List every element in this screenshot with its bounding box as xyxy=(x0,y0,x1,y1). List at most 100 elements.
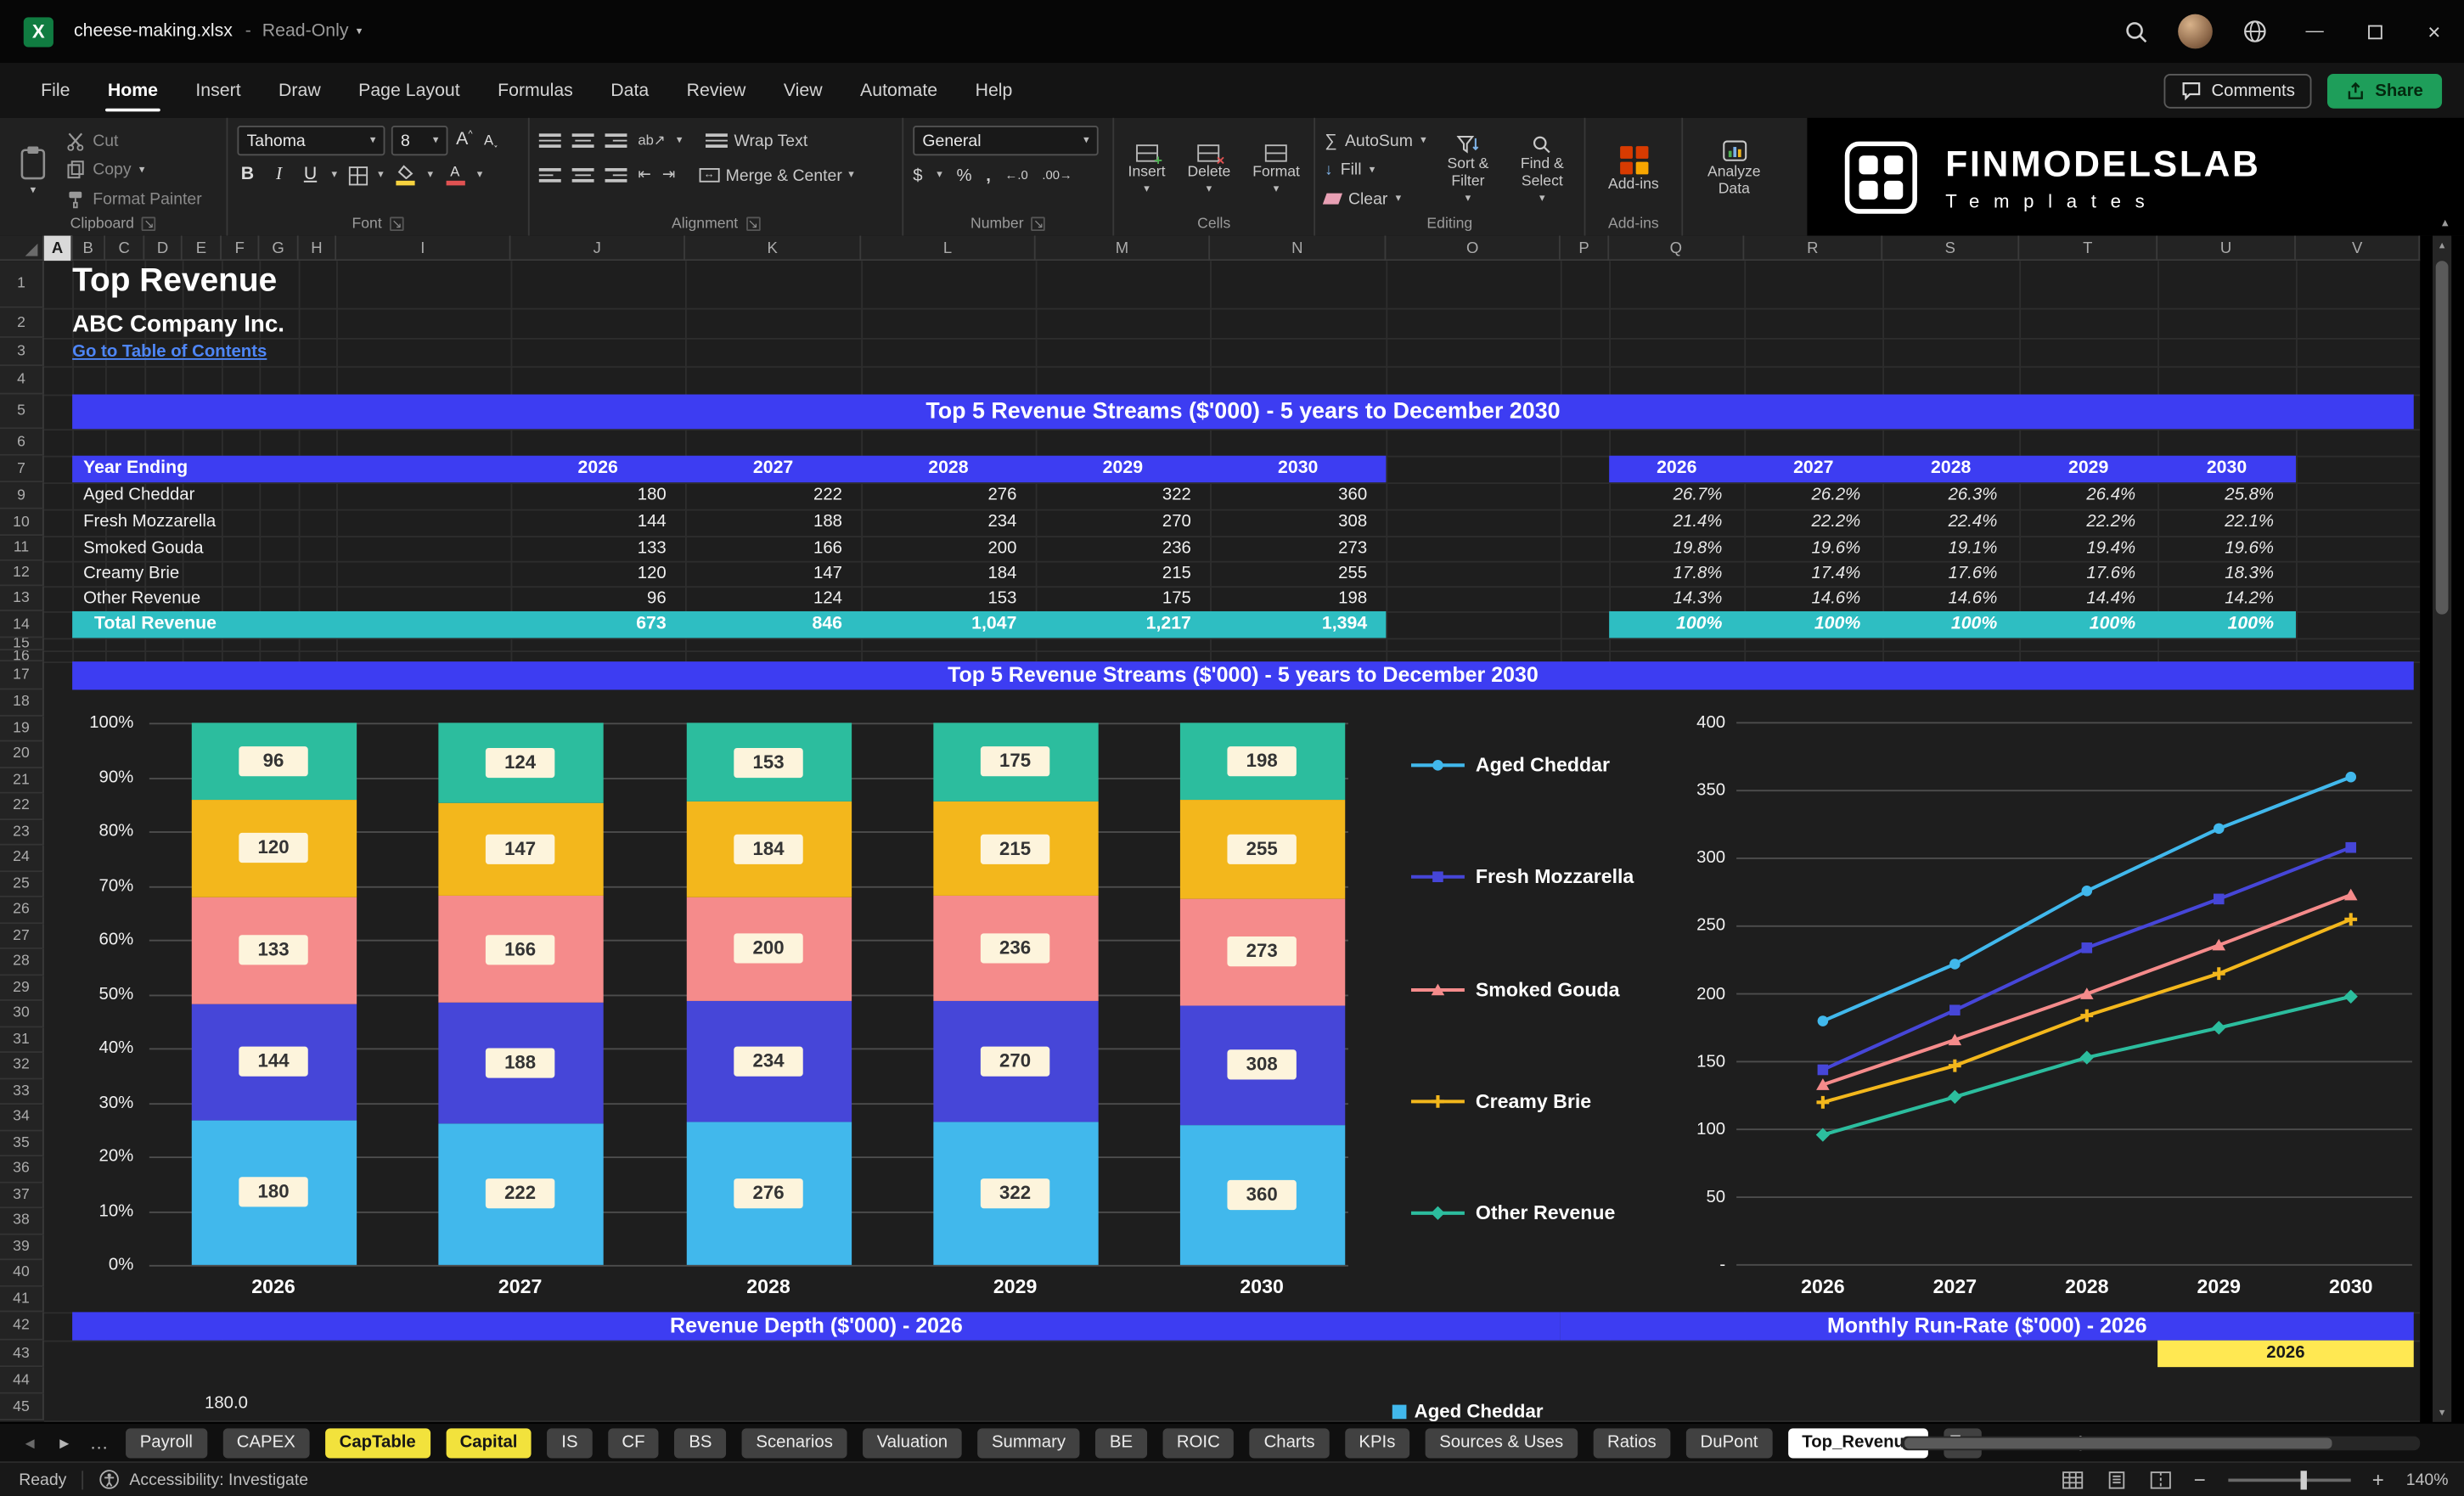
row-header-2[interactable]: 2 xyxy=(0,307,44,338)
comments-button[interactable]: Comments xyxy=(2163,73,2313,108)
share-button[interactable]: Share xyxy=(2327,73,2443,108)
column-header-C[interactable]: C xyxy=(105,235,145,262)
menu-draw[interactable]: Draw xyxy=(260,63,340,118)
row-header-12[interactable]: 12 xyxy=(0,560,44,587)
sheet-tab-sources-uses[interactable]: Sources & Uses xyxy=(1425,1427,1578,1458)
globe-icon[interactable] xyxy=(2225,0,2285,63)
bold-icon[interactable]: B xyxy=(237,166,257,184)
row-header-3[interactable]: 3 xyxy=(0,337,44,367)
paste-button[interactable]: ▾ xyxy=(9,126,57,214)
row-header-45[interactable]: 45 xyxy=(0,1393,44,1421)
row-header-7[interactable]: 7 xyxy=(0,455,44,483)
row-header-43[interactable]: 43 xyxy=(0,1340,44,1368)
sheet-tab-dupont[interactable]: DuPont xyxy=(1685,1427,1773,1458)
row-header-4[interactable]: 4 xyxy=(0,366,44,395)
sheet-tab-ratios[interactable]: Ratios xyxy=(1593,1427,1671,1458)
row-header-44[interactable]: 44 xyxy=(0,1367,44,1394)
wrap-text-button[interactable]: Wrap Text xyxy=(706,132,807,150)
vertical-scrollbar[interactable]: ▴ ▾ xyxy=(2432,235,2452,1422)
cut-button[interactable]: Cut xyxy=(66,127,202,154)
menu-data[interactable]: Data xyxy=(592,63,667,118)
row-header-32[interactable]: 32 xyxy=(0,1053,44,1079)
italic-icon[interactable]: I xyxy=(268,166,289,184)
orientation-icon[interactable]: ab↗ xyxy=(638,132,666,149)
align-center-icon[interactable] xyxy=(571,166,594,184)
row-header-36[interactable]: 36 xyxy=(0,1156,44,1183)
row-header-1[interactable]: 1 xyxy=(0,261,44,308)
sheet-tab-cf[interactable]: CF xyxy=(607,1427,660,1458)
menu-help[interactable]: Help xyxy=(956,63,1031,118)
sheet-tab-charts[interactable]: Charts xyxy=(1249,1427,1330,1458)
column-header-E[interactable]: E xyxy=(183,235,222,262)
menu-automate[interactable]: Automate xyxy=(841,63,957,118)
sheet-tab-summary[interactable]: Summary xyxy=(977,1427,1080,1458)
format-painter-button[interactable]: Format Painter xyxy=(66,185,202,211)
increase-font-size-icon[interactable]: A^ xyxy=(454,131,475,150)
row-header-6[interactable]: 6 xyxy=(0,429,44,456)
sheet-tab-kpis[interactable]: KPIs xyxy=(1344,1427,1410,1458)
underline-icon[interactable]: U xyxy=(300,166,320,184)
comma-style-icon[interactable]: , xyxy=(986,166,991,184)
ribbon-collapse-icon[interactable]: ▴ xyxy=(2442,216,2448,230)
column-header-A[interactable]: A xyxy=(43,235,73,262)
row-header-39[interactable]: 39 xyxy=(0,1234,44,1261)
column-header-L[interactable]: L xyxy=(861,235,1036,262)
menu-file[interactable]: File xyxy=(22,63,89,118)
row-header-13[interactable]: 13 xyxy=(0,586,44,611)
row-header-14[interactable]: 14 xyxy=(0,610,44,638)
row-header-41[interactable]: 41 xyxy=(0,1285,44,1313)
row-header-11[interactable]: 11 xyxy=(0,536,44,561)
minimize-button[interactable]: — xyxy=(2285,0,2344,63)
column-header-G[interactable]: G xyxy=(259,235,299,262)
sheet-tab-bs[interactable]: BS xyxy=(674,1427,727,1458)
borders-icon[interactable] xyxy=(347,166,368,185)
row-header-29[interactable]: 29 xyxy=(0,975,44,1001)
increase-decimal-icon[interactable]: ←.0 xyxy=(1005,168,1028,183)
sheet-tab-scenarios[interactable]: Scenarios xyxy=(741,1427,847,1458)
percent-style-icon[interactable]: % xyxy=(956,166,971,184)
next-sheet-arrow[interactable]: ▸ xyxy=(48,1431,82,1454)
row-header-23[interactable]: 23 xyxy=(0,819,44,846)
row-header-16[interactable]: 16 xyxy=(0,650,44,662)
row-header-20[interactable]: 20 xyxy=(0,741,44,768)
menu-formulas[interactable]: Formulas xyxy=(479,63,592,118)
top-align-icon[interactable] xyxy=(538,132,561,150)
column-header-F[interactable]: F xyxy=(222,235,260,262)
row-header-9[interactable]: 9 xyxy=(0,482,44,509)
column-header-T[interactable]: T xyxy=(2019,235,2158,262)
font-color-icon[interactable]: A xyxy=(444,164,466,186)
font-size-combobox[interactable]: 8 ▾ xyxy=(391,126,448,156)
sheet-tab-captable[interactable]: CapTable xyxy=(324,1427,430,1458)
find-select-button[interactable]: Find & Select ▾ xyxy=(1510,126,1574,214)
menu-page-layout[interactable]: Page Layout xyxy=(340,63,479,118)
zoom-slider-thumb[interactable] xyxy=(2299,1470,2307,1489)
number-dialog-launcher[interactable]: ↘ xyxy=(1031,217,1046,232)
page-layout-view-icon[interactable] xyxy=(2106,1470,2128,1488)
clipboard-dialog-launcher[interactable]: ↘ xyxy=(142,217,156,232)
align-left-icon[interactable] xyxy=(538,166,561,184)
row-header-42[interactable]: 42 xyxy=(0,1312,44,1341)
column-header-J[interactable]: J xyxy=(510,235,685,262)
row-header-25[interactable]: 25 xyxy=(0,871,44,897)
font-dialog-launcher[interactable]: ↘ xyxy=(389,217,404,232)
row-header-38[interactable]: 38 xyxy=(0,1208,44,1234)
zoom-level[interactable]: 140% xyxy=(2406,1470,2449,1488)
format-cells-button[interactable]: Format ▾ xyxy=(1245,126,1308,214)
spreadsheet-canvas[interactable]: Top Revenue ABC Company Inc. Go to Table… xyxy=(0,261,2421,1422)
clear-button[interactable]: Clear ▾ xyxy=(1322,185,1426,211)
fill-button[interactable]: ↓ Fill ▾ xyxy=(1325,156,1426,183)
read-only-badge[interactable]: Read-Only ▾ xyxy=(262,22,362,41)
row-header-26[interactable]: 26 xyxy=(0,897,44,924)
sheet-tab-is[interactable]: IS xyxy=(547,1427,593,1458)
increase-indent-icon[interactable]: ⇥ xyxy=(662,166,676,183)
decrease-indent-icon[interactable]: ⇤ xyxy=(638,166,651,183)
menu-home[interactable]: Home xyxy=(89,63,177,118)
prev-sheet-arrow[interactable]: ◂ xyxy=(13,1431,48,1454)
horizontal-scrollbar[interactable] xyxy=(1901,1436,2421,1451)
analyze-data-button[interactable]: Analyze Data xyxy=(1692,126,1775,214)
sheet-tab-roic[interactable]: ROIC xyxy=(1162,1427,1235,1458)
excel-app-icon[interactable]: X xyxy=(23,16,53,47)
row-header-35[interactable]: 35 xyxy=(0,1130,44,1157)
sheet-tab-be[interactable]: BE xyxy=(1095,1427,1147,1458)
page-break-view-icon[interactable] xyxy=(2150,1470,2172,1488)
